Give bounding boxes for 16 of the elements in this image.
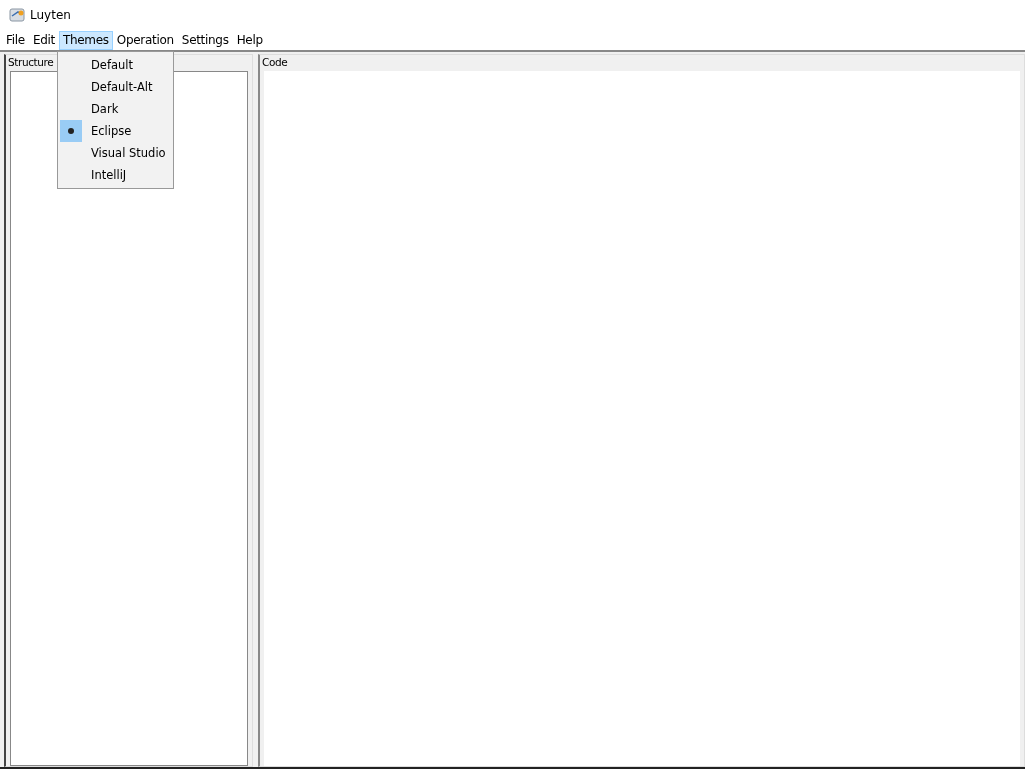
menu-option[interactable]: Default-Alt <box>58 76 173 98</box>
menu-item[interactable]: Settings <box>177 30 233 50</box>
menu-option[interactable]: Visual Studio <box>58 142 173 164</box>
menu-option[interactable]: Default <box>58 54 173 76</box>
app-icon <box>9 7 25 23</box>
menu-option[interactable]: Dark <box>58 98 173 120</box>
menu-item[interactable]: Edit <box>28 30 59 50</box>
window-title: Luyten <box>30 8 71 22</box>
menu-option[interactable]: IntelliJ <box>58 164 173 186</box>
menu-item[interactable]: File <box>2 30 29 50</box>
panel-title: Structure <box>7 56 55 69</box>
menu-option[interactable]: Eclipse <box>58 120 173 142</box>
panel-title: Code <box>261 56 289 69</box>
menu-item[interactable]: Themes <box>58 30 113 50</box>
menu-item[interactable]: Operation <box>112 30 178 50</box>
menu-item[interactable]: Help <box>232 30 267 50</box>
